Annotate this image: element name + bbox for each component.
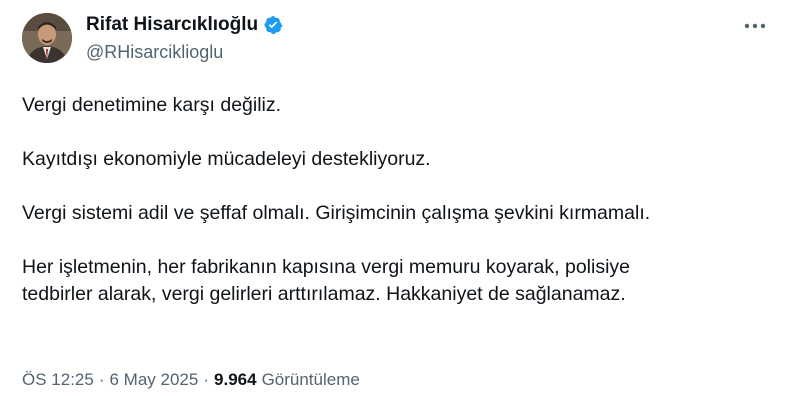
tweet-card: Rifat Hisarcıklıoğlu @RHisarciklioglu Ve… bbox=[0, 0, 790, 410]
tweet-meta: ÖS 12:25 · 6 May 2025 · 9.964 Görüntülem… bbox=[22, 370, 360, 390]
avatar[interactable] bbox=[22, 13, 72, 63]
timestamp-date[interactable]: 6 May 2025 bbox=[110, 370, 199, 390]
profile-photo bbox=[22, 13, 72, 63]
author-handle[interactable]: @RHisarciklioglu bbox=[86, 42, 223, 63]
author-row: Rifat Hisarcıklıoğlu bbox=[86, 13, 283, 37]
more-horizontal-icon bbox=[744, 23, 766, 29]
meta-separator: · bbox=[203, 370, 210, 389]
tweet-paragraph: Vergi denetimine karşı değiliz. bbox=[22, 94, 282, 116]
tweet-paragraph: Vergi sistemi adil ve şeffaf olmalı. Gir… bbox=[22, 202, 651, 224]
meta-separator: · bbox=[98, 370, 105, 389]
views-label: Görüntüleme bbox=[261, 370, 360, 389]
timestamp-time[interactable]: ÖS 12:25 bbox=[22, 370, 94, 390]
tweet-paragraph: Her işletmenin, her fabrikanın kapısına … bbox=[22, 256, 631, 305]
verified-badge-icon[interactable] bbox=[263, 15, 283, 35]
tweet-text: Vergi denetimine karşı değiliz. Kayıtdış… bbox=[22, 92, 772, 335]
more-options-button[interactable] bbox=[738, 14, 772, 38]
tweet-paragraph: Kayıtdışı ekonomiyle mücadeleyi destekli… bbox=[22, 148, 431, 170]
views-count[interactable]: 9.964 bbox=[214, 370, 257, 390]
author-name[interactable]: Rifat Hisarcıklıoğlu bbox=[86, 14, 258, 36]
